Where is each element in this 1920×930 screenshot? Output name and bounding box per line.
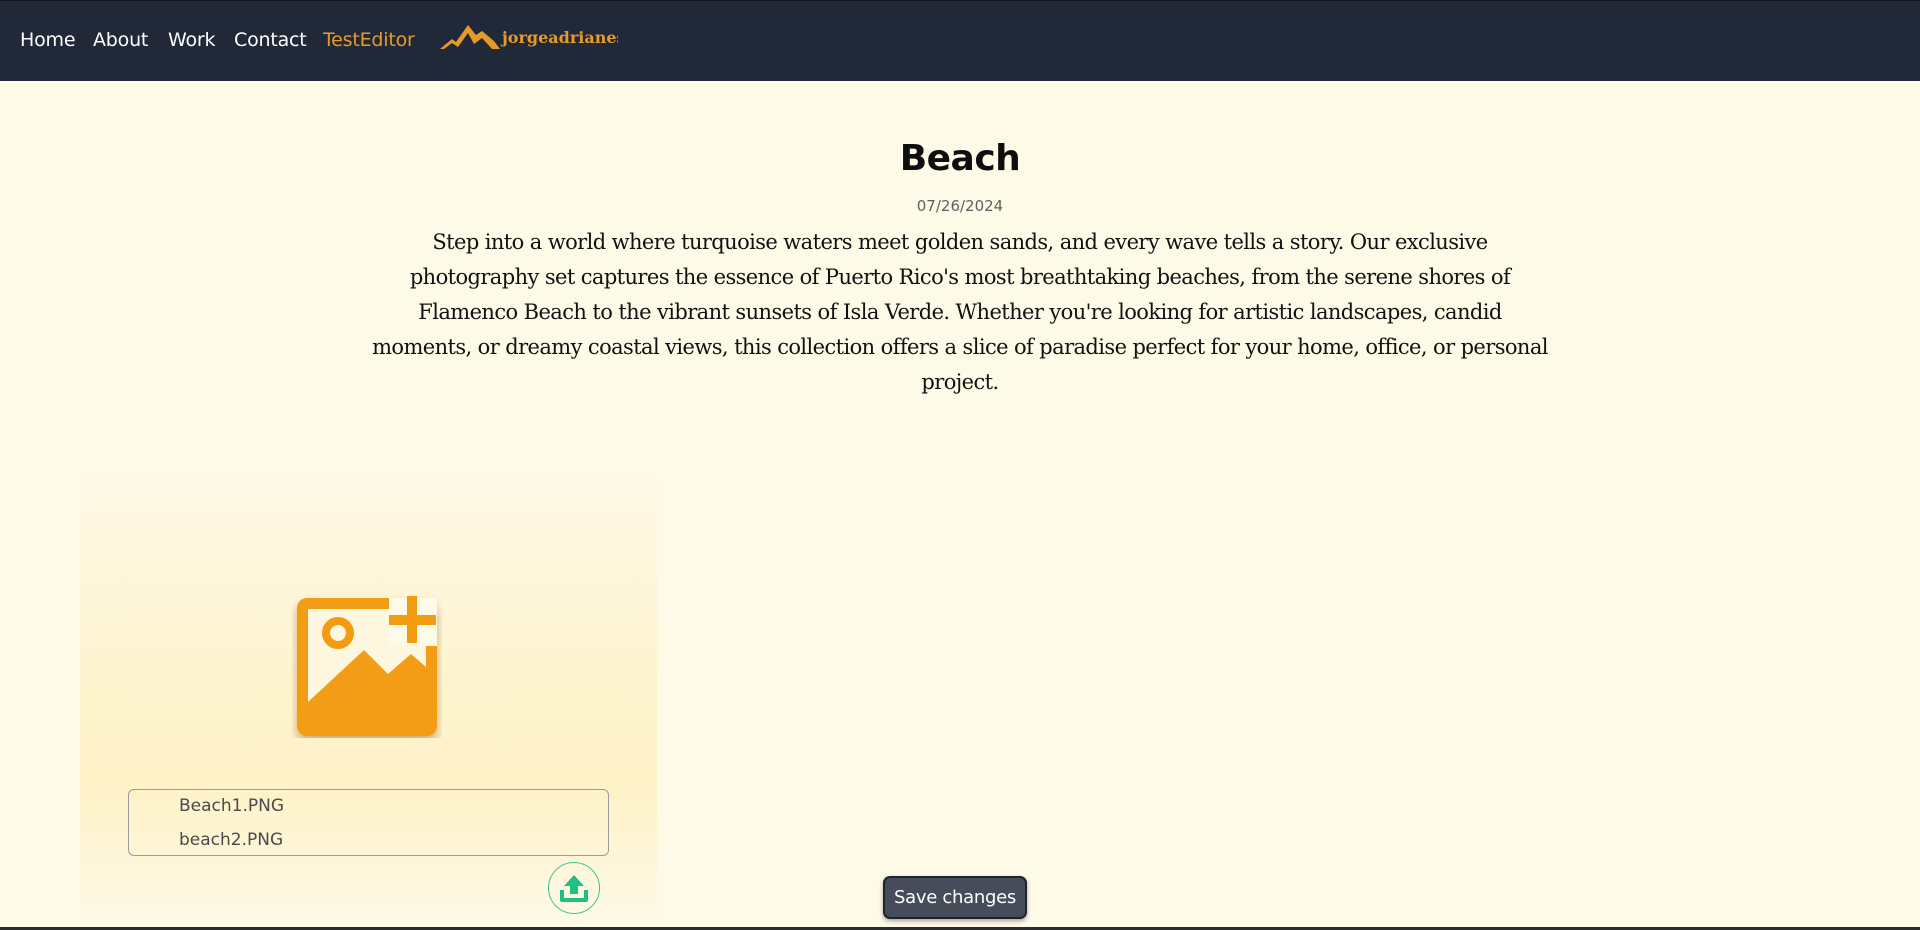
nav-link-about[interactable]: About	[93, 29, 148, 51]
page: Home About Work Contact TestEditor jorge…	[0, 0, 1920, 930]
post-date: 07/26/2024	[916, 197, 1004, 215]
mountain-logo-icon	[440, 25, 500, 49]
upload-button[interactable]	[548, 862, 600, 914]
nav-link-testeditor[interactable]: TestEditor	[323, 29, 415, 51]
site-logo[interactable]: jorgeadrianes	[438, 21, 618, 53]
nav-link-contact[interactable]: Contact	[234, 29, 307, 51]
page-title: Beach	[899, 138, 1021, 179]
upload-icon	[560, 875, 588, 902]
add-image-dropzone[interactable]	[292, 588, 442, 738]
nav-link-home[interactable]: Home	[20, 29, 76, 51]
save-button[interactable]: Save changes	[883, 876, 1027, 919]
logo-text: jorgeadrianes	[500, 28, 618, 47]
file-list-item[interactable]: beach2.PNG	[179, 830, 283, 850]
file-list-item[interactable]: Beach1.PNG	[179, 796, 284, 816]
post-description: Step into a world where turquoise waters…	[372, 230, 1548, 394]
navbar: Home About Work Contact TestEditor jorge…	[0, 0, 1920, 81]
file-list[interactable]: Beach1.PNG beach2.PNG	[128, 789, 609, 856]
nav-link-work[interactable]: Work	[168, 29, 216, 51]
image-upload-panel: Beach1.PNG beach2.PNG	[80, 460, 657, 930]
add-image-icon	[297, 596, 437, 736]
